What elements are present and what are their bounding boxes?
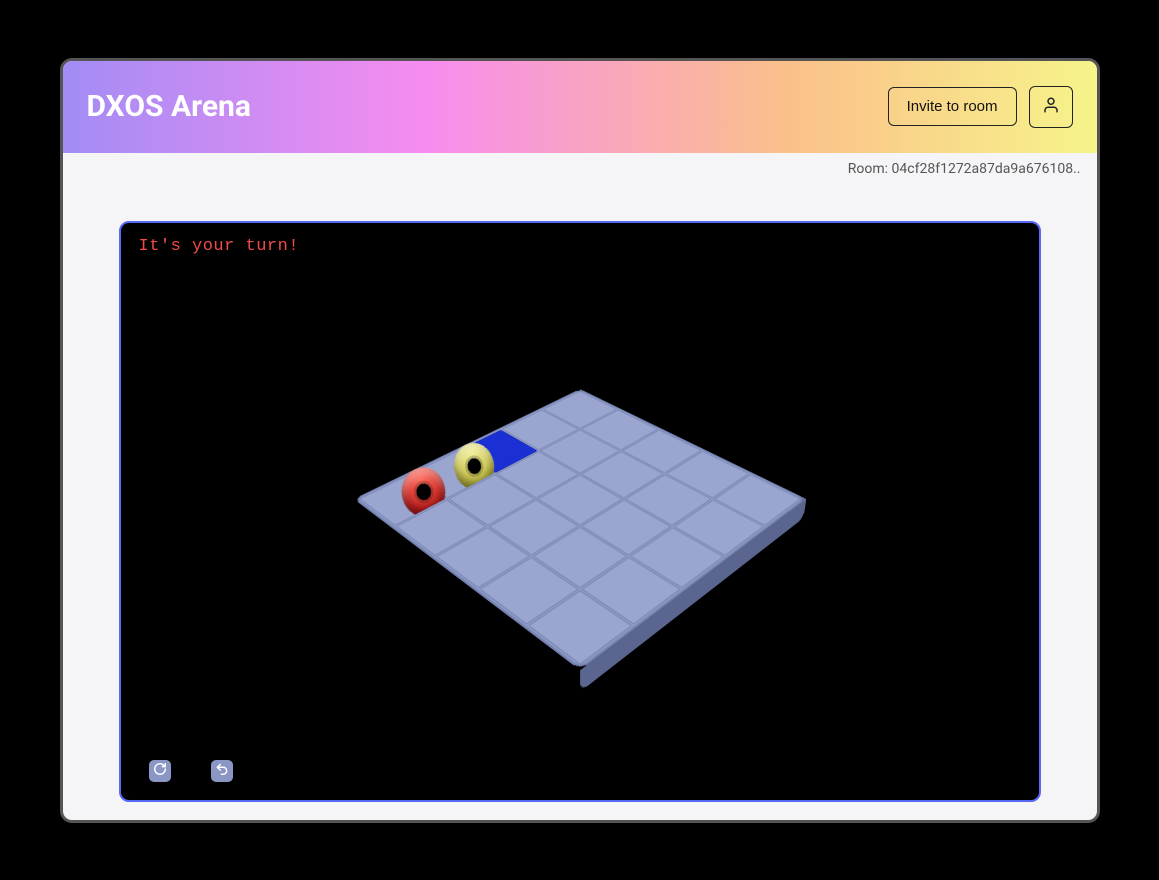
undo-button[interactable] bbox=[211, 760, 233, 782]
room-id: 04cf28f1272a87da9a676108.. bbox=[892, 161, 1081, 177]
room-prefix: Room: bbox=[848, 161, 892, 177]
app-header: DXOS Arena Invite to room bbox=[63, 61, 1097, 153]
app-window: DXOS Arena Invite to room Room: 04cf28f1… bbox=[60, 58, 1100, 823]
board-surface bbox=[353, 389, 806, 670]
room-id-bar: Room: 04cf28f1272a87da9a676108.. bbox=[63, 153, 1097, 177]
game-canvas[interactable]: It's your turn! bbox=[119, 221, 1041, 802]
user-icon bbox=[1042, 96, 1060, 118]
undo-icon bbox=[215, 762, 229, 779]
game-scene bbox=[420, 339, 740, 659]
user-button[interactable] bbox=[1029, 86, 1073, 128]
invite-button[interactable]: Invite to room bbox=[888, 87, 1017, 126]
rotate-button[interactable] bbox=[149, 760, 171, 782]
turn-status: It's your turn! bbox=[139, 237, 300, 256]
game-area: It's your turn! bbox=[63, 177, 1097, 820]
app-title: DXOS Arena bbox=[87, 89, 876, 124]
game-controls bbox=[149, 760, 233, 782]
game-board[interactable] bbox=[353, 389, 806, 670]
rotate-icon bbox=[153, 762, 167, 779]
